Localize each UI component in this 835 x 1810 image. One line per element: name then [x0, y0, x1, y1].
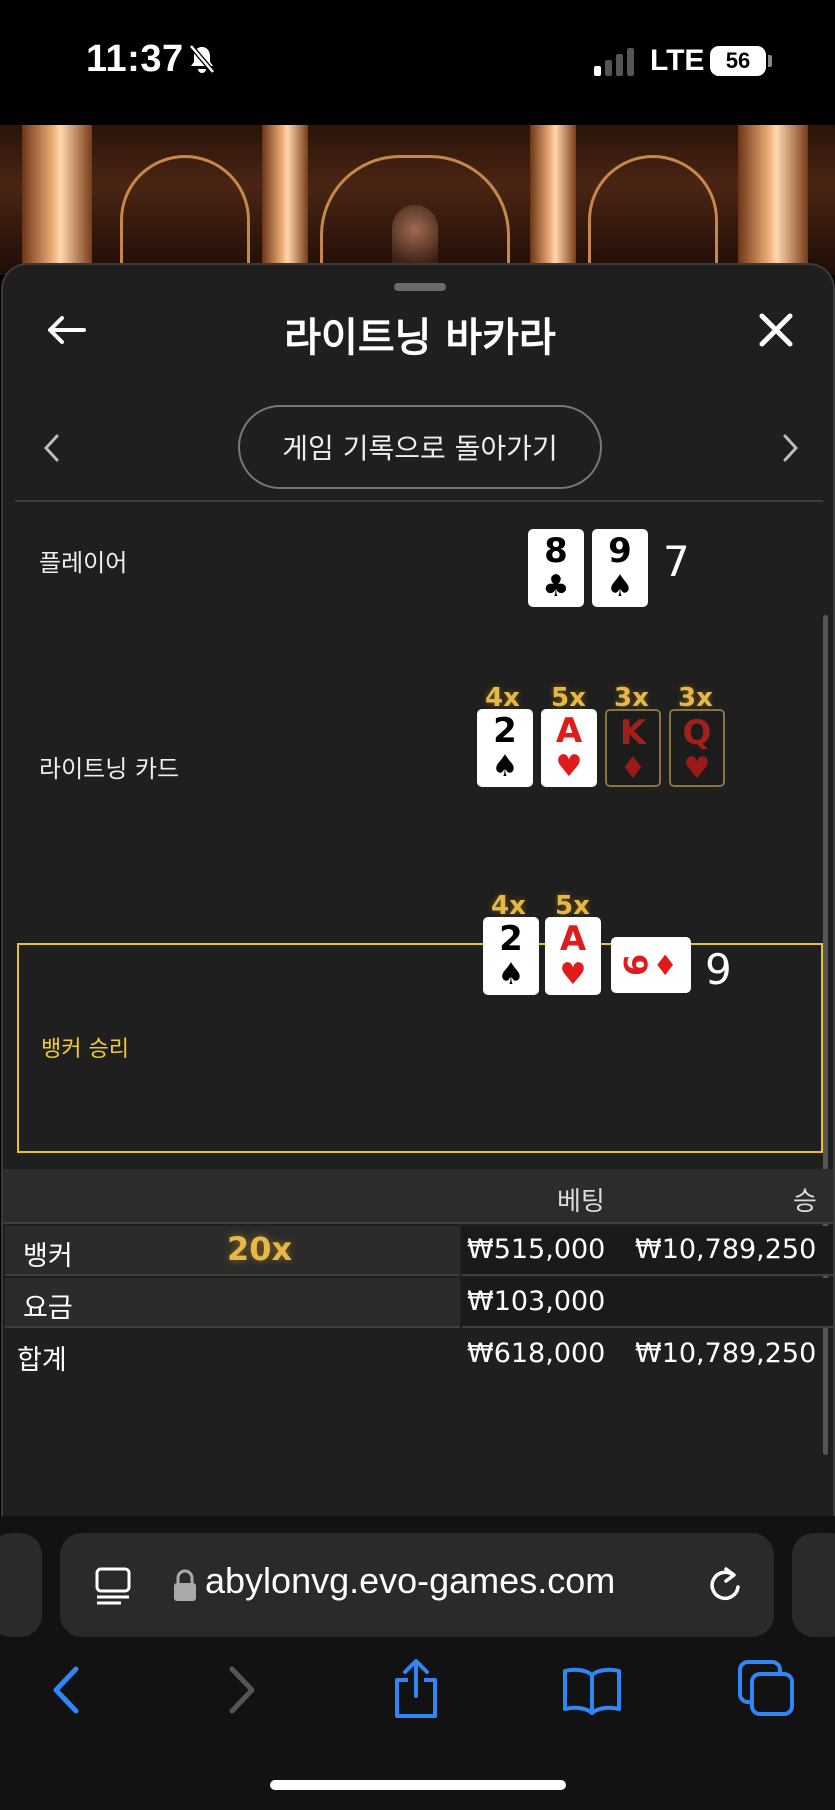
chevron-right-icon — [229, 1666, 255, 1714]
back-to-history-button[interactable]: 게임 기록으로 돌아가기 — [238, 405, 602, 489]
bet-amount: ₩103,000 — [467, 1286, 606, 1317]
close-button[interactable] — [751, 305, 801, 355]
bet-table-header: 베팅 승 — [3, 1169, 833, 1224]
close-icon — [759, 313, 793, 347]
reload-button[interactable] — [702, 1562, 748, 1608]
chevron-left-icon — [53, 1666, 79, 1714]
url-text[interactable]: abylonvg.evo-games.com — [205, 1560, 615, 1602]
bet-type: 요금 — [23, 1293, 73, 1324]
battery-icon: 56 — [710, 46, 766, 76]
player-score: 7 — [663, 537, 690, 586]
share-button[interactable] — [386, 1654, 446, 1724]
lightning-cards-label: 라이트닝 카드 — [39, 755, 180, 783]
bet-row-banker: 뱅커 20x ₩515,000 ₩10,789,250 — [3, 1226, 833, 1276]
status-bar: 11:37 LTE 56 — [0, 0, 835, 125]
win-column-header: 승 — [793, 1187, 817, 1217]
lightning-card-2: A ♥ — [541, 709, 597, 787]
bet-column-header: 베팅 — [557, 1187, 605, 1217]
header-divider — [15, 500, 823, 502]
bet-row-fee: 요금 ₩103,000 — [3, 1278, 833, 1328]
bet-amount: ₩618,000 — [467, 1338, 606, 1369]
tabs-button[interactable] — [734, 1656, 798, 1720]
lock-icon — [170, 1566, 200, 1606]
silent-bell-icon — [188, 44, 216, 78]
banker-card-1: 2 ♠ — [483, 917, 539, 995]
browser-back-button[interactable] — [40, 1660, 90, 1720]
banker-card-3-sideways: 9 ♦ — [611, 937, 691, 993]
bet-type: 뱅커 — [23, 1241, 73, 1272]
chevron-right-icon — [783, 434, 799, 462]
network-type: LTE — [650, 44, 705, 77]
reload-icon — [710, 1567, 740, 1601]
win-amount: ₩10,789,250 — [635, 1234, 817, 1265]
browser-forward-button[interactable] — [218, 1660, 268, 1720]
player-label: 플레이어 — [39, 549, 128, 577]
bet-row-total: 합계 ₩618,000 ₩10,789,250 — [3, 1330, 833, 1380]
reader-mode-button[interactable] — [90, 1562, 136, 1608]
scrollbar[interactable] — [823, 615, 828, 1455]
battery-nub — [768, 55, 772, 67]
share-icon — [395, 1659, 437, 1718]
tabs-icon — [738, 1660, 794, 1716]
bet-amount: ₩515,000 — [467, 1234, 606, 1265]
lightning-card-4: Q ♥ — [669, 709, 725, 787]
page-title: 라이트닝 바카라 — [284, 315, 556, 361]
game-history-sheet: 라이트닝 바카라 게임 기록으로 돌아가기 플레이어 8 ♣ 9 ♠ 7 라이트닝 … — [1, 263, 835, 1516]
banker-win-row — [17, 943, 823, 1153]
open-book-icon — [563, 1667, 621, 1715]
bookmarks-button[interactable] — [558, 1660, 626, 1720]
banker-card-2: A ♥ — [545, 917, 601, 995]
live-video-background — [0, 125, 835, 275]
sheet-grabber[interactable] — [394, 283, 446, 291]
next-tab-preview[interactable] — [792, 1533, 835, 1637]
previous-tab-preview[interactable] — [0, 1533, 42, 1637]
chevron-left-icon — [43, 434, 59, 462]
win-amount: ₩10,789,250 — [635, 1338, 817, 1369]
player-card-1: 8 ♣ — [528, 529, 584, 607]
next-round-button[interactable] — [773, 425, 809, 471]
banker-score: 9 — [705, 945, 732, 994]
player-card-2: 9 ♠ — [592, 529, 648, 607]
bet-multiplier: 20x — [227, 1230, 293, 1268]
lightning-card-3: K ♦ — [605, 709, 661, 787]
clock: 11:37 — [86, 38, 184, 80]
lightning-card-1: 2 ♠ — [477, 709, 533, 787]
cellular-signal-icon — [594, 46, 634, 76]
page-menu-icon — [95, 1567, 131, 1605]
bet-type: 합계 — [17, 1345, 67, 1376]
banker-win-label: 뱅커 승리 — [41, 1037, 129, 1062]
home-indicator[interactable] — [270, 1780, 566, 1790]
previous-round-button[interactable] — [33, 425, 69, 471]
